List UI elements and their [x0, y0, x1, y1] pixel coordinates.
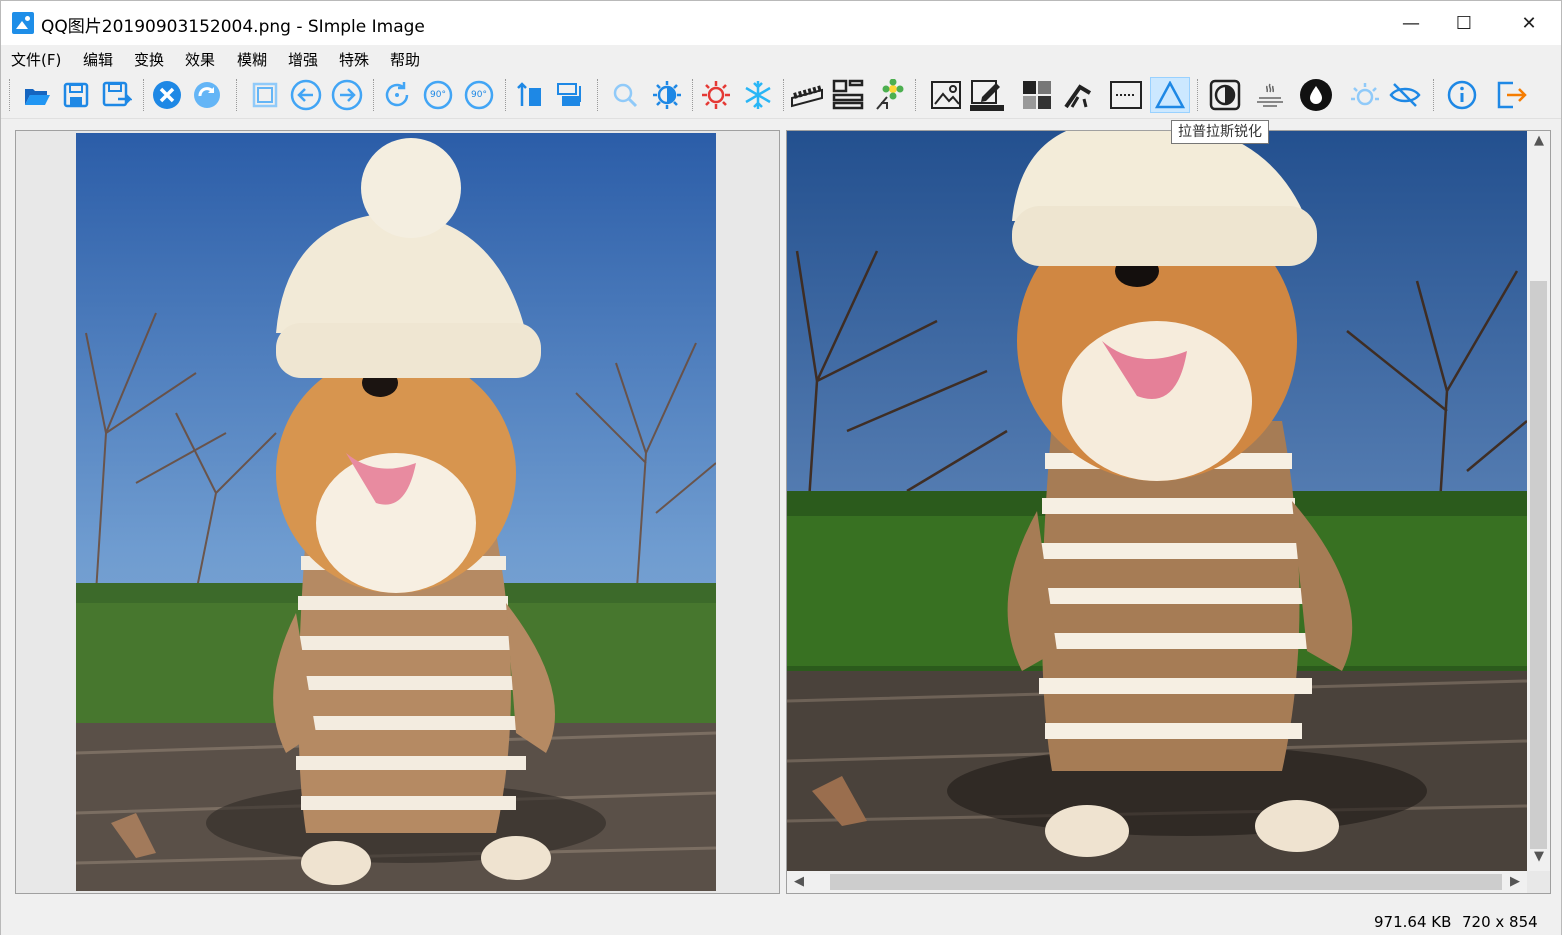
title-bar: QQ图片20190903152004.png - SImple Image — … [1, 1, 1561, 45]
processed-image [787, 131, 1527, 871]
vertical-scrollbar[interactable]: ▲ ▼ [1527, 131, 1550, 871]
dotted-frame-icon[interactable] [1108, 77, 1144, 113]
exit-icon[interactable] [1493, 77, 1529, 113]
laplace-sharpen-icon[interactable] [1150, 77, 1190, 113]
original-photo [76, 133, 716, 891]
toolbar-tooltip: 拉普拉斯锐化 [1171, 120, 1269, 144]
processed-image-panel [786, 130, 1551, 894]
scroll-left-icon[interactable]: ◀ [789, 874, 809, 889]
open-folder-icon[interactable] [19, 77, 55, 113]
close-image-icon[interactable] [149, 77, 185, 113]
original-image [76, 133, 716, 891]
app-window: QQ图片20190903152004.png - SImple Image — … [0, 0, 1562, 935]
maximize-button[interactable]: ☐ [1434, 1, 1494, 45]
save-as-icon[interactable] [99, 77, 135, 113]
menu-help[interactable]: 帮助 [390, 49, 420, 71]
menu-file[interactable]: 文件(F) [11, 49, 61, 71]
sharpen-tool-icon[interactable] [1060, 77, 1096, 113]
edit-icon[interactable] [969, 77, 1005, 113]
fit-icon[interactable] [247, 77, 283, 113]
app-image-icon [12, 12, 34, 34]
close-button[interactable]: ✕ [1499, 1, 1559, 45]
scroll-up-icon[interactable]: ▲ [1529, 133, 1549, 148]
menu-transform[interactable]: 变换 [134, 49, 164, 71]
status-bar: 971.64 KB 720 x 854 [1, 901, 1561, 935]
snowflake-icon[interactable] [740, 77, 776, 113]
rotate-90-right-icon[interactable]: 90° [461, 77, 497, 113]
mosaic-icon[interactable] [1019, 77, 1055, 113]
flip-vertical-icon[interactable] [511, 77, 547, 113]
minimize-button[interactable]: — [1381, 1, 1441, 45]
horizontal-scrollbar[interactable]: ◀ ▶ [787, 871, 1527, 893]
rotate-cw-icon[interactable] [379, 77, 415, 113]
menu-bar: 文件(F) 编辑 变换 效果 模糊 增强 特殊 帮助 [1, 45, 1561, 73]
scroll-right-icon[interactable]: ▶ [1505, 874, 1525, 889]
sun-icon[interactable] [698, 77, 734, 113]
scroll-down-icon[interactable]: ▼ [1529, 849, 1549, 864]
file-size: 971.64 KB [1374, 913, 1452, 931]
original-image-panel [15, 130, 780, 894]
save-icon[interactable] [58, 77, 94, 113]
zoom-icon[interactable] [607, 77, 643, 113]
processed-photo [787, 131, 1527, 871]
menu-effects[interactable]: 效果 [185, 49, 215, 71]
rotate-90-left-icon[interactable]: 90° [420, 77, 456, 113]
brightness-icon[interactable] [649, 77, 685, 113]
emboss-icon[interactable] [1252, 77, 1288, 113]
layout-icon[interactable] [830, 77, 866, 113]
image-dimensions: 720 x 854 [1462, 913, 1538, 931]
flower-icon[interactable] [871, 77, 907, 113]
film-icon[interactable] [789, 77, 825, 113]
rotate-left-icon[interactable] [288, 77, 324, 113]
window-title: QQ图片20190903152004.png - SImple Image [41, 17, 425, 37]
menu-special[interactable]: 特殊 [339, 49, 369, 71]
hide-icon[interactable] [1387, 77, 1423, 113]
menu-blur[interactable]: 模糊 [237, 49, 267, 71]
menu-enhance[interactable]: 增强 [288, 49, 318, 71]
redo-icon[interactable] [189, 77, 225, 113]
image-icon[interactable] [928, 77, 964, 113]
menu-edit[interactable]: 编辑 [83, 49, 113, 71]
rotate-right-icon[interactable] [329, 77, 365, 113]
horizontal-scroll-thumb[interactable] [830, 874, 1502, 890]
contrast-icon[interactable] [1207, 77, 1243, 113]
flip-horizontal-icon[interactable] [551, 77, 587, 113]
info-icon[interactable] [1444, 77, 1480, 113]
light-icon[interactable] [1347, 77, 1383, 113]
vertical-scroll-thumb[interactable] [1530, 281, 1547, 849]
toolbar: 90° 90° [1, 73, 1561, 119]
drop-icon[interactable] [1298, 77, 1334, 113]
